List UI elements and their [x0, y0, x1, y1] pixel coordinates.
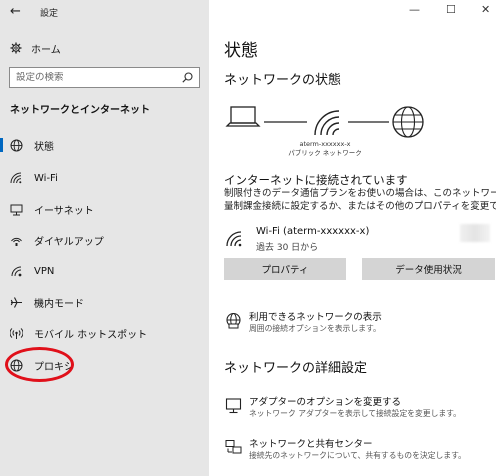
search-input[interactable] — [16, 72, 182, 83]
proxy-globe-icon — [9, 358, 23, 372]
available-networks-subtitle: 周囲の接続オプションを表示します。 — [249, 324, 381, 333]
available-networks-title: 利用できるネットワークの表示 — [249, 312, 382, 323]
status-globe-icon — [9, 138, 23, 152]
sidebar-item-dialup[interactable]: ダイヤルアップ — [0, 229, 209, 251]
home-label: ホーム — [31, 44, 61, 56]
sidebar: ← 設定 ホーム ネットワークとインターネット 状態 — [0, 0, 209, 476]
home-link[interactable]: ホーム — [10, 39, 61, 57]
sidebar-item-label: VPN — [34, 265, 55, 277]
maximize-button[interactable]: ☐ — [446, 3, 456, 16]
title-bar: ← 設定 — [0, 0, 209, 24]
ethernet-icon — [9, 202, 23, 216]
sidebar-item-ethernet[interactable]: イーサネット — [0, 198, 209, 220]
router-wifi-icon — [314, 110, 340, 136]
adapter-options-link[interactable]: アダプターのオプションを変更する ネットワーク アダプターを表示して接続設定を変… — [225, 394, 495, 424]
network-type: パブリック ネットワーク — [288, 149, 362, 157]
adapter-options-subtitle: ネットワーク アダプターを表示して接続設定を変更します。 — [249, 409, 461, 418]
section-heading: ネットワークとインターネット — [10, 105, 150, 116]
description-line-1: 制限付きのデータ通信プランをお使いの場合は、このネットワークを従 — [224, 188, 496, 199]
main-content: — ☐ ✕ 状態 ネットワークの状態 aterm-xxxxxx-x パブリック … — [209, 0, 500, 476]
dialup-icon — [9, 233, 23, 247]
wifi-connection-row: Wi-Fi (aterm-xxxxxx-x) 過去 30 日から — [224, 224, 494, 254]
sidebar-item-wifi[interactable]: Wi-Fi — [0, 167, 209, 189]
sharing-center-link[interactable]: ネットワークと共有センター 接続先のネットワークについて、共有するものを決定しま… — [225, 436, 495, 466]
wifi-ssid: Wi-Fi (aterm-xxxxxx-x) — [256, 226, 370, 237]
airplane-icon — [9, 295, 23, 309]
sidebar-item-label: プロキシ — [34, 361, 74, 373]
search-box[interactable] — [9, 67, 200, 88]
sidebar-item-proxy[interactable]: プロキシ — [0, 354, 209, 376]
minimize-button[interactable]: — — [409, 3, 420, 16]
sharing-center-subtitle: 接続先のネットワークについて、共有するものを決定します。 — [249, 451, 466, 460]
close-button[interactable]: ✕ — [481, 3, 490, 16]
adapter-options-title: アダプターのオプションを変更する — [249, 397, 402, 408]
description-line-2: 量制課金接続に設定するか、またはその他のプロパティを変更できます。 — [224, 201, 496, 212]
sidebar-item-label: 機内モード — [34, 298, 84, 310]
back-arrow-icon[interactable]: ← — [10, 4, 21, 19]
sidebar-item-label: Wi-Fi — [34, 172, 58, 184]
sidebar-item-label: モバイル ホットスポット — [34, 329, 148, 341]
properties-button[interactable]: プロパティ — [224, 258, 346, 280]
page-title: 状態 — [224, 41, 258, 61]
search-icon[interactable] — [182, 72, 193, 83]
sidebar-item-status[interactable]: 状態 — [0, 134, 209, 156]
sidebar-item-label: 状態 — [34, 141, 54, 153]
sidebar-item-label: イーサネット — [34, 205, 94, 217]
connection-status-text: インターネットに接続されています — [224, 173, 408, 187]
internet-globe-icon — [392, 106, 424, 138]
available-networks-icon — [226, 312, 241, 329]
advanced-settings-heading: ネットワークの詳細設定 — [224, 361, 368, 376]
home-gear-icon — [10, 42, 22, 54]
network-status-title: ネットワークの状態 — [224, 73, 342, 88]
sidebar-item-airplane[interactable]: 機内モード — [0, 291, 209, 313]
wifi-usage-period: 過去 30 日から — [256, 243, 319, 253]
redacted-usage — [460, 224, 490, 242]
sidebar-item-hotspot[interactable]: モバイル ホットスポット — [0, 322, 209, 344]
data-usage-button[interactable]: データ使用状況 — [362, 258, 495, 280]
sharing-center-title: ネットワークと共有センター — [249, 439, 373, 450]
sharing-center-icon — [225, 440, 242, 454]
adapter-monitor-icon — [225, 398, 242, 414]
wifi-icon — [9, 171, 23, 185]
vpn-icon — [9, 264, 23, 278]
laptop-icon — [225, 106, 261, 127]
network-name: aterm-xxxxxx-x — [299, 140, 351, 148]
available-networks-link[interactable]: 利用できるネットワークの表示 周囲の接続オプションを表示します。 — [225, 309, 495, 339]
network-name-label: aterm-xxxxxx-x パブリック ネットワーク — [285, 140, 365, 158]
hotspot-icon — [9, 326, 23, 340]
window-title: 設定 — [40, 9, 59, 19]
metered-description: 制限付きのデータ通信プランをお使いの場合は、このネットワークを従 量制課金接続に… — [224, 187, 496, 213]
sidebar-item-label: ダイヤルアップ — [34, 236, 104, 248]
wifi-signal-icon — [226, 231, 242, 247]
sidebar-item-vpn[interactable]: VPN — [0, 260, 209, 282]
